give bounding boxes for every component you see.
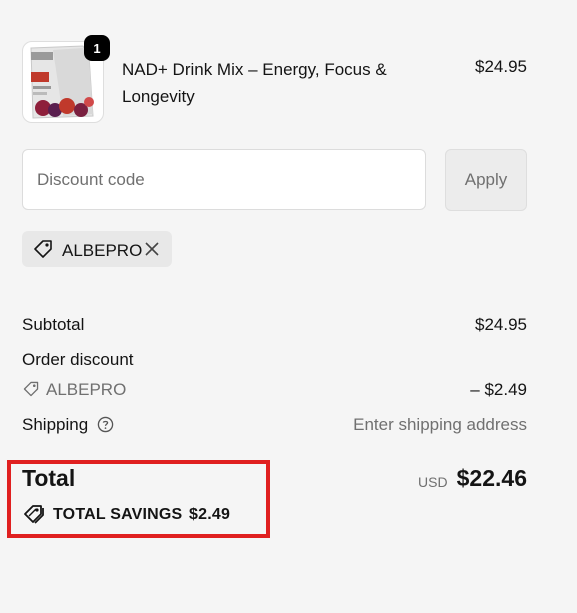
tag-icon [22, 380, 40, 403]
product-name: NAD+ Drink Mix – Energy, Focus & Longevi… [122, 60, 387, 106]
highlight-box [7, 460, 270, 538]
shipping-value: Enter shipping address [353, 415, 527, 434]
currency-label: USD [418, 474, 448, 490]
applied-code-label: ALBEPRO [62, 241, 143, 260]
discount-code-field [22, 149, 426, 210]
subtotal-value: $24.95 [475, 315, 527, 334]
applied-discount-tag: ALBEPRO [22, 231, 172, 267]
discount-code-input[interactable] [23, 150, 425, 209]
discount-code-label: ALBEPRO [46, 380, 127, 399]
quantity-badge: 1 [84, 35, 110, 61]
tag-icon [32, 238, 54, 265]
total-value: $22.46 [456, 465, 527, 491]
remove-discount-icon[interactable] [142, 239, 162, 264]
discount-value: – $2.49 [470, 380, 527, 399]
help-icon[interactable] [97, 416, 114, 438]
apply-button[interactable]: Apply [445, 149, 527, 211]
shipping-label: Shipping [22, 415, 89, 434]
subtotal-label: Subtotal [22, 315, 85, 334]
order-discount-label: Order discount [22, 350, 134, 369]
product-price: $24.95 [475, 57, 527, 76]
